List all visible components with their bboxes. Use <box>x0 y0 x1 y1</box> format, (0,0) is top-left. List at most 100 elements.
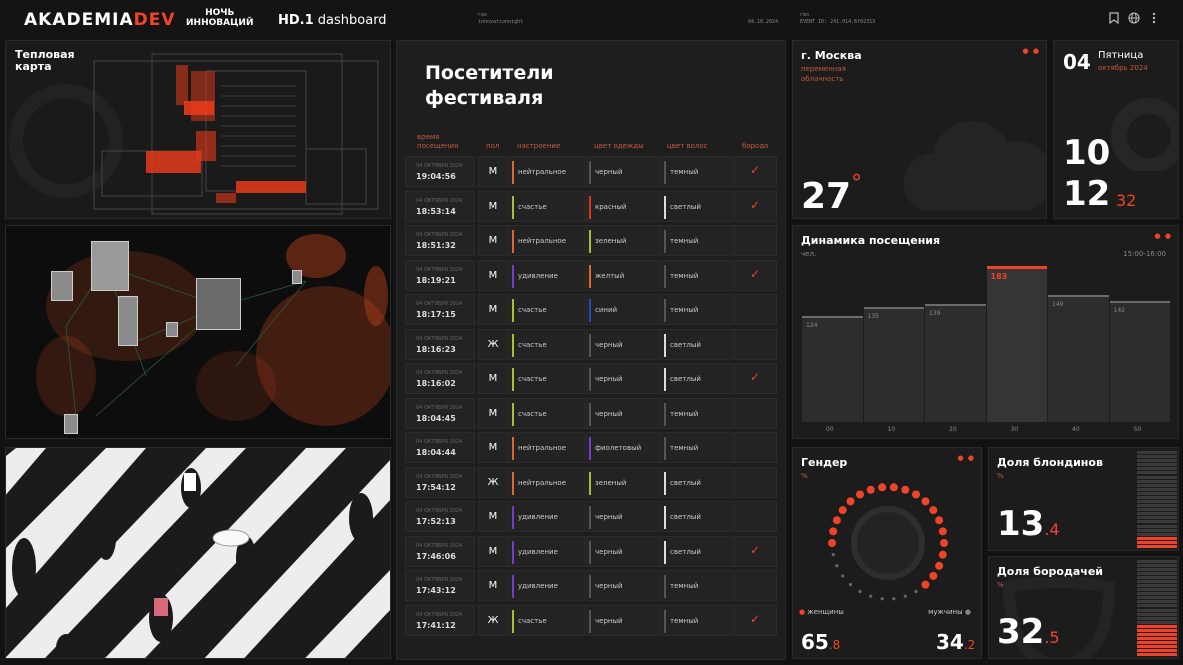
women-dot <box>832 516 841 525</box>
clothes-cell: черный <box>586 570 660 601</box>
mood-cell: нейтральное <box>509 225 585 256</box>
x-tick-label: 20 <box>949 426 957 433</box>
clothes-color-bar <box>589 161 591 184</box>
menu-dots-icon[interactable]: ● ● <box>958 454 975 462</box>
meter-segment <box>1137 592 1177 596</box>
table-row[interactable]: 04 ОКТЯБРЯ 2024 17:43:12 Мудивление черный т… <box>405 570 779 601</box>
chart-bar[interactable] <box>925 303 986 422</box>
men-dot <box>841 574 845 578</box>
table-row[interactable]: 04 ОКТЯБРЯ 2024 18:04:45 Мсчастье черный тем… <box>405 397 779 429</box>
table-row[interactable]: 04 ОКТЯБРЯ 2024 17:41:12 Жсчастье черный тем… <box>405 604 779 636</box>
time-cell: 04 ОКТЯБРЯ 2024 18:19:21 <box>405 259 475 291</box>
point-cloud <box>36 234 390 426</box>
meter-segment <box>1137 608 1177 612</box>
heat-spot <box>216 193 236 203</box>
gender-cell: М <box>478 432 508 463</box>
meter-segment <box>1137 560 1177 563</box>
logo: AKADEMIADEV <box>24 10 176 30</box>
hair-color-bar <box>664 506 666 529</box>
blondes-value: 13.4 <box>997 504 1060 544</box>
mood-color-bar <box>512 471 514 495</box>
time-cell: 04 ОКТЯБРЯ 2024 18:16:23 <box>405 328 475 360</box>
clothes-value: фиолетовый <box>595 444 642 452</box>
mood-cell: удивление <box>509 570 585 601</box>
clothes-value: черный <box>595 582 623 590</box>
mood-color-bar <box>512 402 514 426</box>
beard-cell <box>734 294 777 325</box>
gender-panel: ● ● Гендер % ● женщины мужчины ● 65.8 34… <box>792 447 982 659</box>
table-row[interactable]: 04 ОКТЯБРЯ 2024 18:04:44 Мнейтральное фиоле… <box>405 432 779 463</box>
blondes-meter <box>1137 448 1177 550</box>
clothes-value: синий <box>595 306 618 314</box>
hair-color-bar <box>664 333 666 357</box>
meter-segment <box>1137 564 1177 568</box>
table-row[interactable]: 04 ОКТЯБРЯ 2024 18:17:15 Мсчастье синий темн… <box>405 294 779 325</box>
clothes-cell: синий <box>586 294 660 325</box>
check-icon: ✓ <box>750 370 761 384</box>
hair-color-bar <box>664 471 666 495</box>
hair-value: темный <box>670 409 699 418</box>
table-row[interactable]: 04 ОКТЯБРЯ 2024 18:16:02 Мсчастье черный све… <box>405 363 779 394</box>
chart-bar[interactable] <box>1109 300 1170 422</box>
beard-cell: ✓ <box>734 535 777 567</box>
menu-dots-icon[interactable]: ● ● <box>1023 47 1040 55</box>
visit-time: 18:16:23 <box>416 344 456 354</box>
women-dot <box>866 485 875 494</box>
meter-segment <box>1137 596 1177 600</box>
table-row[interactable]: 04 ОКТЯБРЯ 2024 18:19:21 Мудивление желтый т… <box>405 259 779 291</box>
meter-segment <box>1137 628 1177 632</box>
beard-cell: ✓ <box>734 363 777 394</box>
men-dot <box>880 597 884 601</box>
clothes-value: черный <box>595 375 623 383</box>
hair-cell: светлый <box>661 466 733 498</box>
meter-segment <box>1137 576 1177 580</box>
mood-color-bar <box>512 161 514 184</box>
clothes-cell: зеленый <box>586 466 660 498</box>
face-detection-box <box>196 278 241 330</box>
visit-time: 18:19:21 <box>416 275 456 285</box>
visit-date: 04 ОКТЯБРЯ 2024 <box>416 542 463 549</box>
meter-segment <box>1137 636 1177 640</box>
women-value: 65.8 <box>801 630 841 654</box>
chart-bar[interactable] <box>863 306 924 422</box>
table-row[interactable]: 04 ОКТЯБРЯ 2024 17:54:12 Жнейтральное зелен… <box>405 466 779 498</box>
more-icon[interactable] <box>1147 12 1161 26</box>
table-row[interactable]: 04 ОКТЯБРЯ 2024 17:52:13 Мудивление черный с… <box>405 501 779 532</box>
table-row[interactable]: 04 ОКТЯБРЯ 2024 17:46:06 Мудивление черный с… <box>405 535 779 567</box>
table-row[interactable]: 04 ОКТЯБРЯ 2024 18:51:32 Мнейтральное зелен… <box>405 225 779 256</box>
table-row[interactable]: 04 ОКТЯБРЯ 2024 19:04:56 Мнейтральное черны… <box>405 156 779 187</box>
clothes-color-bar <box>589 333 591 357</box>
clothes-value: черный <box>595 513 623 521</box>
globe-icon[interactable] <box>1127 12 1141 26</box>
x-tick-label: 30 <box>1010 426 1019 433</box>
col-header-gender: пол <box>486 142 500 150</box>
meter-segment <box>1137 495 1177 499</box>
chart-bar[interactable] <box>1048 294 1109 422</box>
bookmark-icon[interactable] <box>1107 12 1121 26</box>
visit-date: 04 ОКТЯБРЯ 2024 <box>416 301 463 307</box>
table-row[interactable]: 04 ОКТЯБРЯ 2024 18:16:23 Жсчастье черный све… <box>405 328 779 360</box>
chart-bar[interactable] <box>802 316 863 422</box>
col-header-clothes: цвет одежды <box>594 142 644 150</box>
gender-value: М <box>488 166 498 177</box>
hair-color-bar <box>664 437 666 460</box>
hair-cell: светлый <box>661 363 733 394</box>
visit-date: 04 ОКТЯБРЯ 2024 <box>416 611 463 618</box>
bar-value-label: 149 <box>1052 300 1064 308</box>
meter-segment <box>1137 528 1177 532</box>
hair-color-bar <box>664 299 666 322</box>
chart-bar[interactable] <box>986 266 1047 422</box>
visit-date: 04 ОКТЯБРЯ 2024 <box>416 439 463 445</box>
men-dot <box>831 553 835 557</box>
mood-value: удивление <box>518 582 558 590</box>
meter-segment <box>1137 544 1177 548</box>
bearded-title: Доля бородачей <box>997 565 1103 578</box>
hair-color-bar <box>664 230 666 253</box>
table-row[interactable]: 04 ОКТЯБРЯ 2024 18:53:14 Мсчастье красный св… <box>405 190 779 222</box>
hair-value: темный <box>670 168 699 176</box>
hair-value: светлый <box>670 340 701 349</box>
datetime-panel: 04 Пятница октябрь 2024 10 12 32 <box>1053 40 1179 219</box>
time-cell: 04 ОКТЯБРЯ 2024 18:04:44 <box>405 432 475 463</box>
beard-cell: ✓ <box>734 190 777 222</box>
gender-value: М <box>488 269 498 281</box>
